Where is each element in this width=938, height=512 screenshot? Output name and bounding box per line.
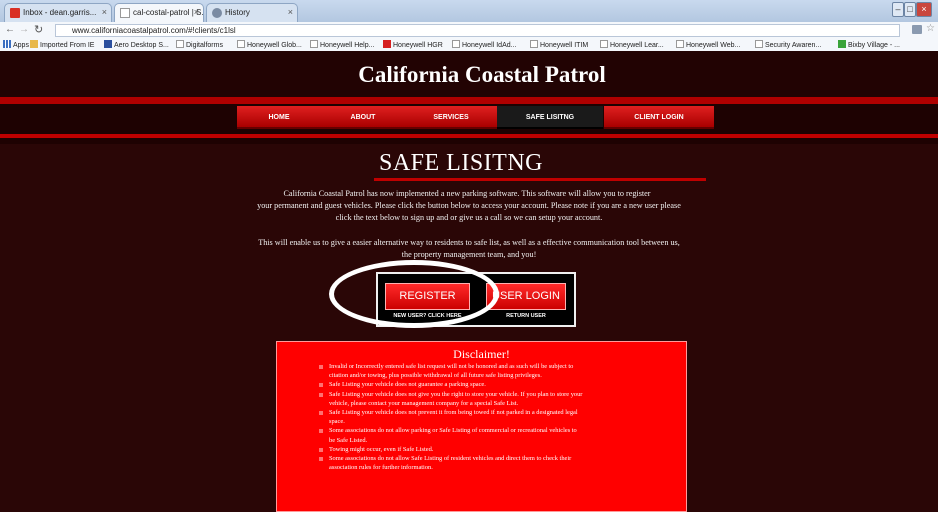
disclaimer-list: Invalid or Incorrectly entered safe list…	[318, 362, 678, 472]
page-icon	[676, 40, 684, 48]
bookmark-item[interactable]: Honeywell Glob...	[237, 40, 302, 51]
intro-line: California Coastal Patrol has now implem…	[283, 189, 651, 198]
page-icon	[237, 40, 245, 48]
close-icon[interactable]: ×	[194, 7, 199, 17]
bookmark-folder[interactable]: Imported From IE	[30, 40, 94, 51]
minimize-icon[interactable]: –	[892, 2, 904, 17]
bookmark-item[interactable]: Honeywell Help...	[310, 40, 374, 51]
disclaimer-item-cont: space.	[329, 418, 345, 426]
folder-icon	[30, 40, 38, 48]
honeywell-h-icon	[383, 40, 391, 48]
desktop-icon	[104, 40, 112, 48]
forward-icon[interactable]: →	[19, 24, 29, 35]
page-icon	[176, 40, 184, 48]
nav-about[interactable]: ABOUT	[321, 106, 405, 129]
bookmark-item[interactable]: Bixby Village - ...	[838, 40, 900, 51]
disclaimer-item-cont: vehicle, please contact your management …	[329, 399, 519, 407]
gear-icon	[212, 8, 222, 18]
bookmark-item[interactable]: Honeywell Lear...	[600, 40, 664, 51]
nav-client-login[interactable]: CLIENT LOGIN	[604, 106, 714, 129]
annotation-circle	[329, 260, 499, 328]
browser-tab-history[interactable]: History ×	[206, 3, 298, 22]
star-icon[interactable]: ☆	[926, 23, 935, 34]
back-icon[interactable]: ←	[5, 24, 15, 35]
close-window-icon[interactable]: ×	[916, 2, 932, 17]
reload-icon[interactable]: ↻	[34, 23, 43, 36]
document-icon	[120, 8, 130, 18]
window-controls: – □ ×	[892, 2, 932, 18]
close-icon[interactable]: ×	[288, 7, 293, 17]
tab-label: History	[225, 8, 250, 17]
disclaimer-item-cont: association rules for further informatio…	[329, 464, 433, 472]
browser-tab-inbox[interactable]: Inbox - dean.garris... ×	[4, 3, 112, 22]
nav-home[interactable]: HOME	[237, 106, 321, 129]
disclaimer-title: Disclaimer!	[453, 347, 510, 361]
maximize-icon[interactable]: □	[904, 2, 916, 17]
page-icon	[452, 40, 460, 48]
apps-grid-icon	[3, 40, 11, 48]
bookmark-item[interactable]: Digitalforms	[176, 40, 223, 51]
page-icon	[755, 40, 763, 48]
tab-label: Inbox - dean.garris...	[23, 8, 97, 17]
disclaimer-item: Safe Listing your vehicle does not give …	[318, 390, 678, 399]
site-title: California Coastal Patrol	[358, 62, 606, 87]
bookmark-item[interactable]: Honeywell HGR	[383, 40, 443, 51]
benefit-line: the property management team, and you!	[401, 250, 537, 259]
page-action-icon[interactable]	[912, 25, 922, 34]
page-title: SAFE LISITNG	[378, 150, 543, 176]
intro-line: your permanent and guest vehicles. Pleas…	[257, 201, 681, 210]
disclaimer-item: Some associations do not allow parking o…	[318, 426, 678, 435]
close-icon[interactable]: ×	[102, 7, 107, 17]
heading-divider	[374, 178, 706, 181]
page-icon	[310, 40, 318, 48]
browser-tab-active[interactable]: cal-costal-patrol | S... ×	[114, 3, 204, 22]
green-square-icon	[838, 40, 846, 48]
intro-line: click the text below to sign up and or g…	[335, 213, 603, 222]
bookmark-item[interactable]: Honeywell IdAd...	[452, 40, 516, 51]
bookmark-item[interactable]: Honeywell Web...	[676, 40, 740, 51]
disclaimer-item: Safe Listing your vehicle does not guara…	[318, 380, 678, 389]
browser-tab-bar: Inbox - dean.garris... × cal-costal-patr…	[0, 0, 938, 22]
bookmark-apps[interactable]: Apps	[3, 40, 29, 51]
disclaimer-item: Some associations do not allow Safe List…	[318, 454, 678, 463]
benefit-line: This will enable us to give a easier alt…	[258, 238, 680, 247]
nav-safe-listing[interactable]: SAFE LISITNG	[497, 106, 603, 129]
gmail-icon	[10, 8, 20, 18]
disclaimer-item-cont: be Safe Listed.	[329, 436, 368, 444]
return-user-caption[interactable]: RETURN USER	[486, 313, 566, 319]
page-icon	[600, 40, 608, 48]
page-icon	[530, 40, 538, 48]
bookmark-item[interactable]: Security Awaren...	[755, 40, 821, 51]
disclaimer-item: Safe Listing your vehicle does not preve…	[318, 408, 678, 417]
url-input[interactable]: www.californiacoastalpatrol.com/#!client…	[55, 24, 900, 37]
disclaimer-item: Towing might occur, even if Safe Listed.	[318, 445, 678, 454]
disclaimer-item-cont: citation and/or towing, plus possible wi…	[329, 372, 542, 380]
nav-top-band	[0, 97, 938, 104]
bookmark-item[interactable]: Aero Desktop S...	[104, 40, 169, 51]
disclaimer-item: Invalid or Incorrectly entered safe list…	[318, 362, 678, 371]
bookmark-item[interactable]: Honeywell ITIM	[530, 40, 588, 51]
nav-services[interactable]: SERVICES	[405, 106, 497, 129]
